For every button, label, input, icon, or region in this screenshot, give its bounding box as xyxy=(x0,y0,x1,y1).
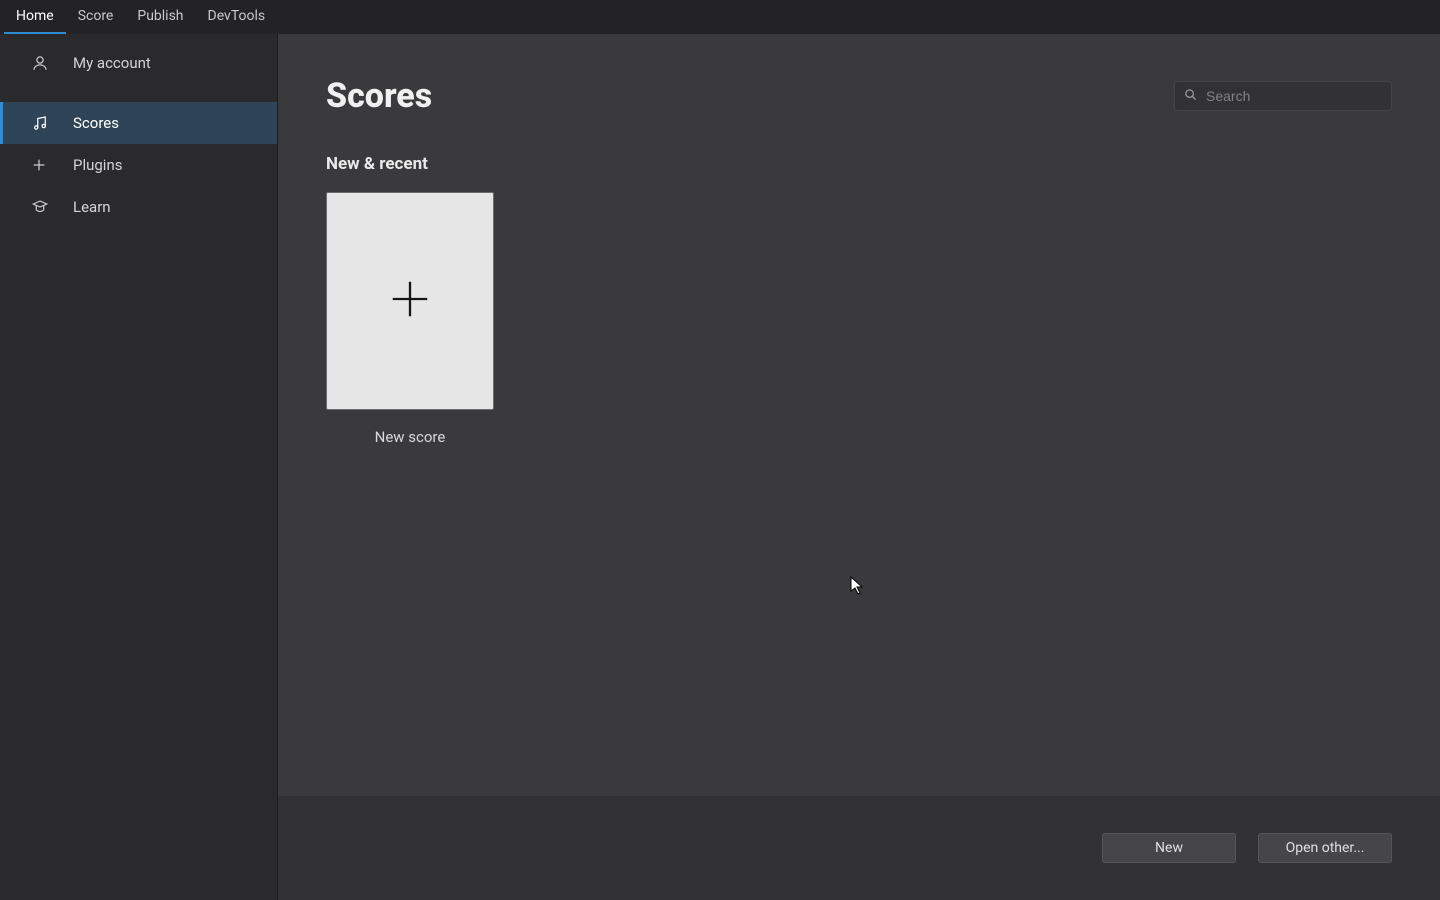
menu-item-label: Publish xyxy=(137,8,183,24)
sidebar-my-account[interactable]: My account xyxy=(0,42,277,84)
user-icon xyxy=(31,54,73,72)
page-title: Scores xyxy=(326,76,432,116)
plus-icon xyxy=(387,276,433,326)
plus-icon xyxy=(31,157,73,173)
menu-item-publish[interactable]: Publish xyxy=(125,0,195,34)
menu-item-devtools[interactable]: DevTools xyxy=(196,0,278,34)
card-grid: New score xyxy=(326,192,1392,446)
header-row: Scores xyxy=(326,76,1392,116)
learn-icon xyxy=(31,198,73,216)
footer-bar: New Open other... xyxy=(278,796,1440,900)
search-icon xyxy=(1183,87,1198,106)
sidebar-item-label: Plugins xyxy=(73,156,122,174)
menu-item-label: Home xyxy=(16,8,54,24)
search-box[interactable] xyxy=(1174,81,1392,111)
content-area: Scores New & recent xyxy=(278,34,1440,796)
sidebar-item-label: Learn xyxy=(73,198,111,216)
search-input[interactable] xyxy=(1204,87,1389,105)
sidebar-item-learn[interactable]: Learn xyxy=(0,186,277,228)
new-button[interactable]: New xyxy=(1102,833,1236,863)
sidebar: My account Scores Plugins xyxy=(0,34,278,900)
open-other-button[interactable]: Open other... xyxy=(1258,833,1392,863)
menu-item-label: Score xyxy=(78,8,114,24)
menu-item-home[interactable]: Home xyxy=(4,0,66,34)
button-label: New xyxy=(1155,840,1183,856)
card-caption: New score xyxy=(375,428,446,446)
menu-item-score[interactable]: Score xyxy=(66,0,126,34)
sidebar-item-label: My account xyxy=(73,54,151,72)
sidebar-item-plugins[interactable]: Plugins xyxy=(0,144,277,186)
sidebar-item-scores[interactable]: Scores xyxy=(0,102,277,144)
menubar: Home Score Publish DevTools xyxy=(0,0,1440,34)
new-score-thumb xyxy=(326,192,494,410)
sidebar-item-label: Scores xyxy=(73,114,119,132)
button-label: Open other... xyxy=(1286,840,1365,856)
music-note-icon xyxy=(31,114,73,132)
main-panel: Scores New & recent xyxy=(278,34,1440,900)
section-new-recent-title: New & recent xyxy=(326,154,1392,174)
new-score-card[interactable]: New score xyxy=(326,192,494,446)
menu-item-label: DevTools xyxy=(208,8,266,24)
